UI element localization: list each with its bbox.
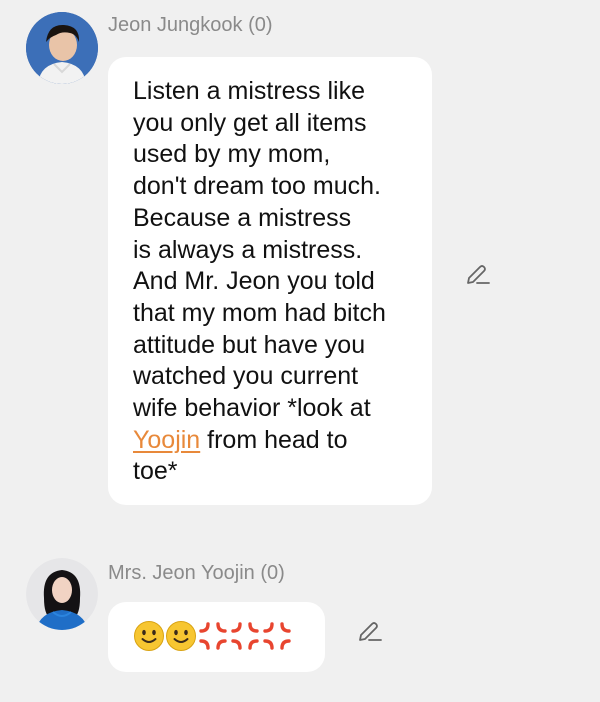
pencil-icon[interactable]	[463, 259, 491, 287]
pencil-icon[interactable]	[355, 616, 383, 644]
anger-symbol-icon	[231, 622, 259, 650]
anger-symbol-icon	[199, 622, 227, 650]
message-text-part: Listen a mistress like you only get all …	[133, 77, 386, 423]
slightly-smiling-face-icon	[134, 621, 164, 651]
avatar-jungkook[interactable]	[26, 12, 98, 84]
message-bubble[interactable]	[108, 602, 325, 672]
message-bubble[interactable]: Listen a mistress like you only get all …	[108, 57, 432, 505]
message-text: Listen a mistress like you only get all …	[133, 76, 432, 488]
sender-name: Jeon Jungkook (0)	[108, 14, 273, 36]
male-profile-avatar-icon	[26, 12, 98, 84]
female-profile-avatar-icon	[26, 558, 98, 630]
mention-link[interactable]: Yoojin	[133, 426, 200, 454]
sender-name: Mrs. Jeon Yoojin (0)	[108, 562, 285, 584]
chat-thread: Jeon Jungkook (0) Listen a mistress like…	[0, 0, 600, 702]
avatar-yoojin[interactable]	[26, 558, 98, 630]
emoji-row	[133, 620, 325, 652]
anger-symbol-icon	[263, 622, 291, 650]
slightly-smiling-face-icon	[166, 621, 196, 651]
